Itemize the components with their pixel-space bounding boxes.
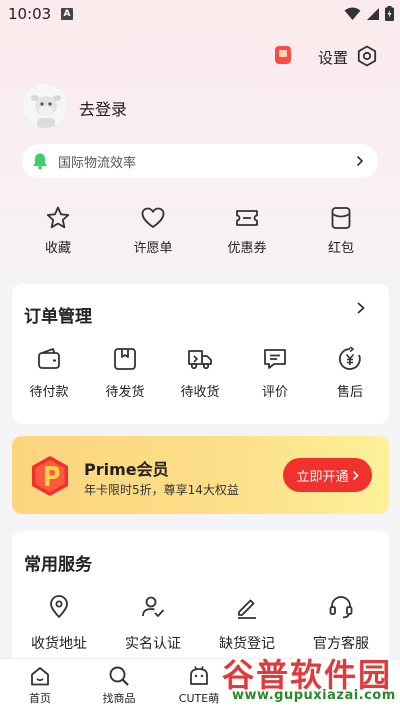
signal-icon <box>366 7 380 21</box>
order-label: 待付款 <box>29 385 69 400</box>
chevron-right-icon <box>352 470 359 481</box>
prime-subtitle: 年卡限时5折，尊享14大权益 <box>84 483 239 497</box>
heart-icon <box>140 205 166 231</box>
ticket-icon <box>234 205 260 231</box>
prime-button-label: 立即开通 <box>296 469 349 485</box>
nav-find-products[interactable]: 找商品 <box>87 665 151 706</box>
box-icon <box>112 346 138 372</box>
settings-label[interactable]: 设置 <box>318 47 348 68</box>
order-to-ship[interactable]: 待发货 <box>87 346 163 400</box>
truck-icon <box>186 346 214 372</box>
service-stock-register[interactable]: 缺货登记 <box>202 594 292 653</box>
red-packet-icon <box>328 205 354 231</box>
location-icon <box>47 594 71 620</box>
cute-icon <box>188 665 210 687</box>
quick-label: 优惠券 <box>227 241 267 256</box>
notification-icon: A <box>61 8 73 20</box>
quick-red-packet[interactable]: 红包 <box>301 205 381 256</box>
chevron-right-icon <box>356 155 364 167</box>
home-icon <box>29 665 51 687</box>
services-title: 常用服务 <box>24 555 92 575</box>
order-label: 评价 <box>261 385 288 400</box>
orders-title: 订单管理 <box>24 307 92 327</box>
prime-logo-icon <box>30 455 70 497</box>
wallet-icon <box>36 346 62 372</box>
order-label: 待发货 <box>105 385 145 400</box>
prime-title: Prime会员 <box>84 460 169 479</box>
search-icon <box>108 665 130 687</box>
status-bar: 10:03 A <box>0 0 400 28</box>
quick-favorites[interactable]: 收藏 <box>18 205 98 256</box>
avatar[interactable] <box>22 83 68 129</box>
notice-bar[interactable]: 国际物流效率 <box>22 144 378 178</box>
service-customer-support[interactable]: 官方客服 <box>296 594 386 653</box>
battery-icon <box>385 6 394 21</box>
service-label: 收货地址 <box>31 636 87 652</box>
order-pending-payment[interactable]: 待付款 <box>11 346 87 400</box>
order-to-receive[interactable]: 待收货 <box>162 346 238 400</box>
service-verification[interactable]: 实名认证 <box>108 594 198 653</box>
refund-icon <box>337 346 363 372</box>
settings-icon[interactable] <box>356 45 378 67</box>
message-badge-icon[interactable] <box>275 46 291 64</box>
notice-text: 国际物流效率 <box>58 155 137 171</box>
order-label: 售后 <box>336 385 363 400</box>
login-link[interactable]: 去登录 <box>79 96 127 120</box>
quick-wishlist[interactable]: 许愿单 <box>113 205 193 256</box>
service-label: 实名认证 <box>125 636 181 652</box>
nav-label: 找商品 <box>102 692 136 705</box>
order-after-sales[interactable]: 售后 <box>312 346 388 400</box>
chevron-right-icon[interactable] <box>356 301 366 315</box>
wifi-icon <box>344 7 361 21</box>
watermark-url: www.gupuxiazai.com <box>232 688 396 703</box>
status-right <box>344 6 394 21</box>
comment-icon <box>262 346 288 372</box>
order-review[interactable]: 评价 <box>237 346 313 400</box>
nav-label: 首页 <box>29 692 51 705</box>
nav-label: CUTE萌 <box>178 692 220 705</box>
quick-coupons[interactable]: 优惠券 <box>207 205 287 256</box>
quick-label: 收藏 <box>44 241 71 256</box>
bell-icon <box>32 152 48 170</box>
prime-open-button[interactable]: 立即开通 <box>283 458 372 492</box>
headset-icon <box>328 594 354 620</box>
status-time: 10:03 <box>8 5 52 23</box>
quick-label: 许愿单 <box>133 241 173 256</box>
edit-icon <box>234 594 260 620</box>
quick-label: 红包 <box>327 241 354 256</box>
user-verified-icon <box>140 594 166 620</box>
order-label: 待收货 <box>180 385 220 400</box>
star-icon <box>45 205 71 231</box>
service-address[interactable]: 收货地址 <box>14 594 104 653</box>
nav-home[interactable]: 首页 <box>8 665 72 706</box>
